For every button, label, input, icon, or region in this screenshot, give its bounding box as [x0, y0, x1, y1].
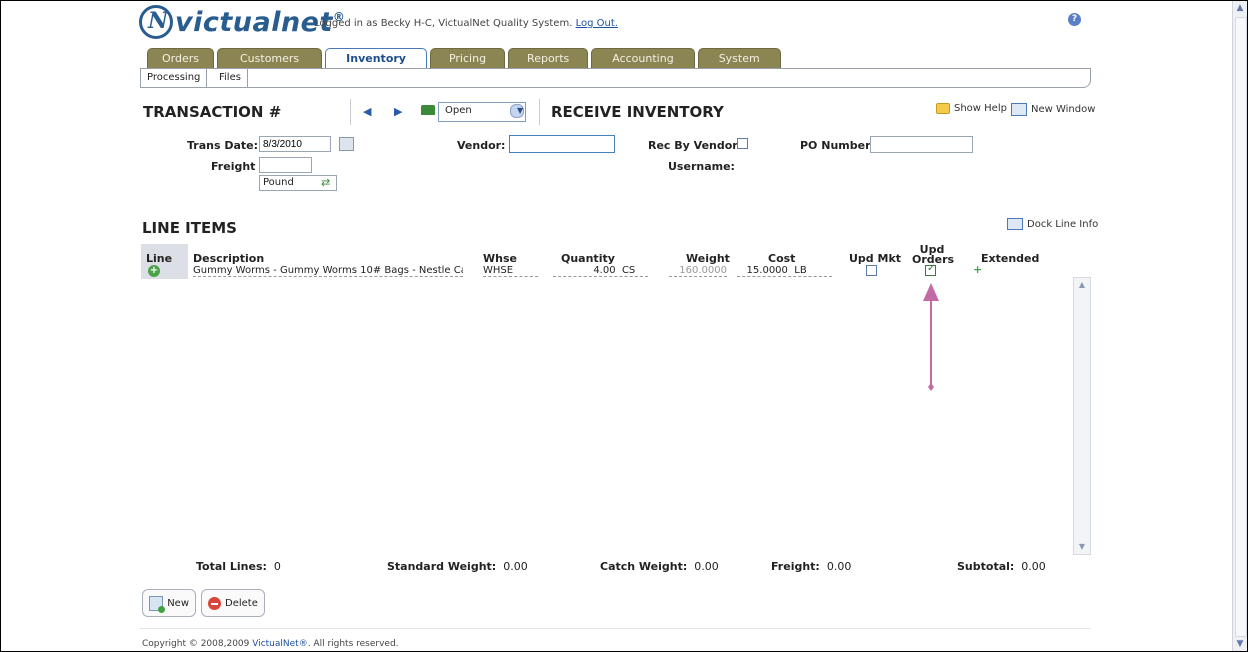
tab-system[interactable]: System	[697, 48, 781, 70]
prev-arrow-icon[interactable]: ◀	[363, 105, 371, 118]
col-upd-mkt: Upd Mkt	[849, 252, 902, 265]
row-description[interactable]: Gummy Worms - Gummy Worms 10# Bags - Nes…	[193, 265, 463, 277]
username-label: Username:	[668, 160, 735, 173]
delete-icon	[208, 596, 221, 610]
help-icon[interactable]: ?	[1068, 13, 1081, 26]
col-upd-orders: Upd Orders	[912, 243, 955, 266]
vendor-field[interactable]	[509, 135, 615, 153]
scroll-up-icon[interactable]: ▲	[1074, 278, 1090, 292]
copyright-link[interactable]: VictualNet®	[252, 639, 307, 649]
subtab-files[interactable]: Files	[213, 69, 248, 87]
swap-icon[interactable]: ⇄	[321, 176, 330, 189]
col-cost: Cost	[768, 252, 796, 265]
transaction-title: TRANSACTION #	[143, 103, 282, 121]
col-whse: Whse	[483, 252, 517, 265]
page	[3, 3, 1233, 649]
rec-by-vendor-label: Rec By Vendor	[648, 139, 738, 152]
upd-orders-checkbox[interactable]: ✓	[925, 263, 936, 276]
row-whse[interactable]: WHSE	[483, 265, 538, 277]
tab-orders[interactable]: Orders	[147, 48, 214, 70]
login-status: Logged in as Becky H-C, VictualNet Quali…	[314, 18, 618, 29]
scroll-up-icon[interactable]: ▲	[1233, 1, 1247, 15]
row-weight[interactable]: 160.0000	[669, 265, 727, 277]
tab-inventory[interactable]: Inventory	[325, 48, 427, 70]
tab-accounting[interactable]: Accounting	[591, 48, 695, 70]
copyright: Copyright © 2008,2009 VictualNet®. All r…	[142, 639, 399, 649]
page-title: RECEIVE INVENTORY	[551, 103, 724, 121]
vendor-label: Vendor:	[457, 139, 506, 152]
subtab-processing[interactable]: Processing	[141, 69, 208, 87]
tab-customers[interactable]: Customers	[217, 48, 323, 70]
total-lines: Total Lines: 0	[196, 560, 281, 573]
col-weight: Weight	[686, 252, 730, 265]
extended-plus-icon[interactable]: +	[973, 263, 982, 276]
main-tabs: Orders Customers Inventory Pricing Repor…	[147, 48, 781, 70]
trans-date-field[interactable]	[259, 136, 331, 152]
divider	[539, 99, 540, 125]
catch-weight: Catch Weight: 0.00	[600, 560, 719, 573]
browser-frame: N victualnet® Logged in as Becky H-C, Vi…	[0, 0, 1248, 652]
col-line: Line	[146, 252, 173, 265]
freight-total: Freight: 0.00	[771, 560, 852, 573]
new-button[interactable]: New	[142, 589, 196, 617]
freight-field[interactable]	[259, 157, 312, 173]
dock-icon	[1007, 218, 1023, 230]
calendar-icon[interactable]	[339, 137, 354, 151]
tab-pricing[interactable]: Pricing	[429, 48, 506, 70]
delete-button[interactable]: Delete	[201, 589, 265, 617]
line-items-scrollbar[interactable]: ▲ ▼	[1073, 277, 1091, 555]
divider	[350, 99, 351, 125]
new-window-link[interactable]: New Window	[1011, 103, 1095, 116]
scroll-down-icon[interactable]: ▼	[1233, 637, 1247, 651]
footer-divider	[140, 628, 1090, 629]
dock-line-info-link[interactable]: Dock Line Info	[1007, 218, 1098, 230]
browser-scrollbar[interactable]: ▲ ▼	[1232, 1, 1247, 651]
freight-label: Freight	[211, 160, 256, 173]
po-number-label: PO Number	[800, 139, 871, 152]
upd-mkt-checkbox[interactable]	[866, 265, 877, 276]
show-help-link[interactable]: Show Help	[936, 103, 1007, 114]
chevron-down-icon[interactable]: ▼	[510, 104, 524, 118]
col-description: Description	[193, 252, 265, 265]
tab-reports[interactable]: Reports	[508, 48, 589, 70]
trans-date-label: Trans Date:	[187, 139, 259, 152]
col-extended: Extended	[981, 252, 1040, 265]
scroll-down-icon[interactable]: ▼	[1074, 540, 1090, 554]
standard-weight: Standard Weight: 0.00	[387, 560, 528, 573]
window-icon	[1011, 103, 1027, 116]
next-arrow-icon[interactable]: ▶	[394, 105, 402, 118]
rec-by-vendor-checkbox[interactable]	[737, 138, 748, 149]
status-select[interactable]: Open ▼	[438, 102, 526, 122]
add-line-icon[interactable]: +	[148, 265, 160, 277]
logo-mark-icon: N	[139, 5, 173, 39]
scroll-thumb[interactable]	[1235, 17, 1247, 637]
subtotal: Subtotal: 0.00	[957, 560, 1046, 573]
row-cost[interactable]: 15.0000 LB	[737, 265, 832, 277]
col-quantity: Quantity	[561, 252, 615, 265]
row-quantity[interactable]: 4.00 CS	[553, 265, 648, 277]
new-doc-icon	[149, 595, 166, 613]
logout-link[interactable]: Log Out.	[576, 18, 618, 29]
speech-bubble-icon	[936, 103, 950, 114]
status-folder-icon	[421, 105, 435, 115]
subtab-bar: Processing Files	[140, 68, 1091, 88]
po-number-field[interactable]	[870, 136, 973, 153]
line-items-title: LINE ITEMS	[142, 219, 237, 237]
annotation-arrow-icon	[923, 283, 939, 391]
